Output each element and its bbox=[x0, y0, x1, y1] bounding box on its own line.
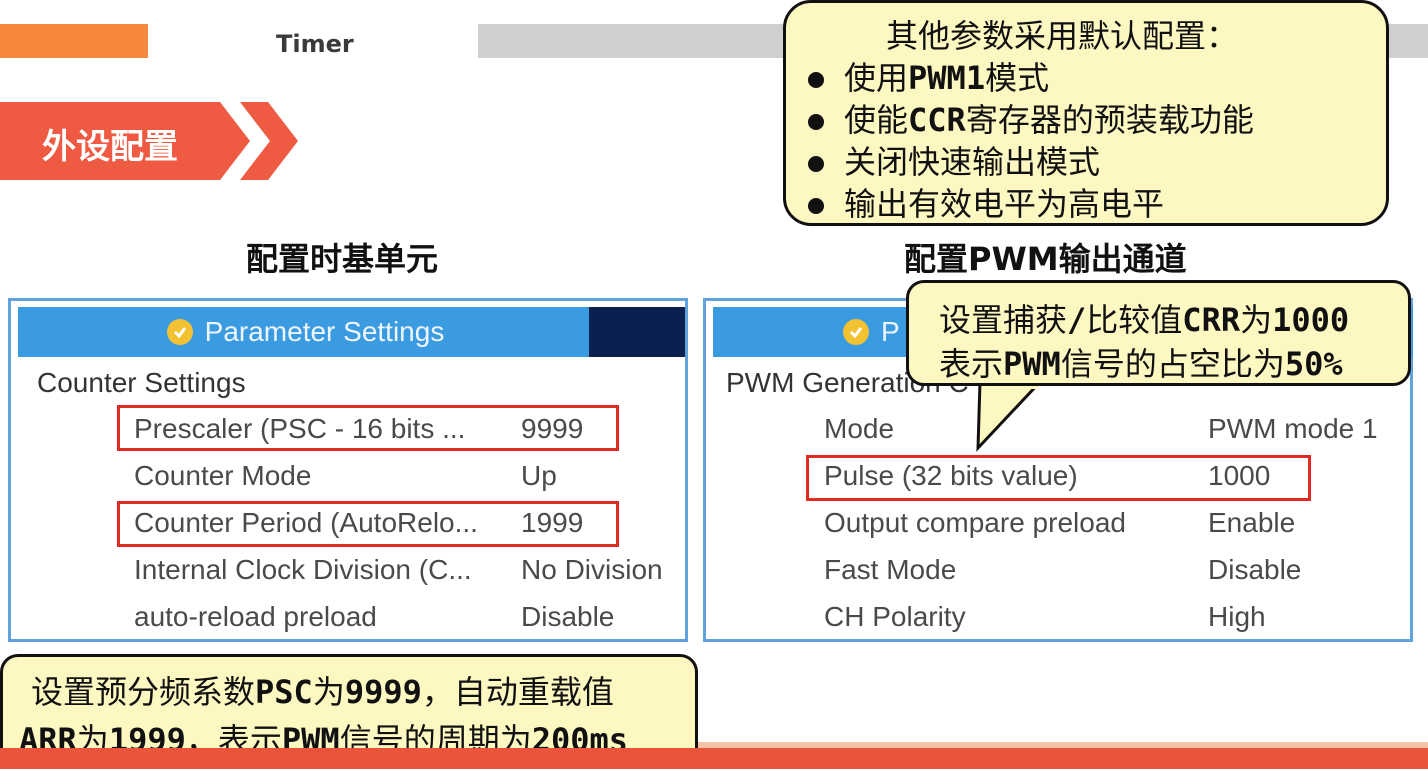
pulse-highlight bbox=[806, 455, 1311, 501]
callout-compare-value: 设置捕获/比较值CRR为1000 表示PWM信号的占空比为50% bbox=[906, 280, 1411, 386]
bullet-icon bbox=[808, 72, 824, 88]
callout-pointer bbox=[976, 380, 1044, 452]
parameter-settings-tab[interactable]: Parameter Settings bbox=[18, 307, 593, 357]
oc-preload-value[interactable]: Enable bbox=[1208, 507, 1295, 539]
callout-compare-line2: 表示PWM信号的占空比为50% bbox=[939, 345, 1343, 383]
section-label: 外设配置 bbox=[42, 127, 178, 167]
counter-period-highlight bbox=[117, 501, 619, 547]
heading-timebase: 配置时基单元 bbox=[246, 240, 439, 278]
parameter-settings-label-right: P bbox=[881, 316, 900, 347]
mode-label: Mode bbox=[824, 413, 895, 444]
counter-mode-value[interactable]: Up bbox=[521, 460, 557, 492]
oc-preload-label: Output compare preload bbox=[824, 507, 1126, 538]
callout-item-1: 使用PWM1模式 bbox=[808, 53, 1049, 99]
header-accent-bar bbox=[0, 24, 148, 58]
counter-mode-label: Counter Mode bbox=[134, 460, 312, 491]
auto-reload-value[interactable]: Disable bbox=[521, 601, 614, 633]
parameter-settings-label: Parameter Settings bbox=[204, 316, 445, 347]
callout-item-3: 关闭快速输出模式 bbox=[808, 137, 1100, 183]
fast-mode-label: Fast Mode bbox=[824, 554, 957, 585]
callout-prescaler-line1: 设置预分频系数PSC为9999，自动重载值 bbox=[31, 673, 614, 711]
parameter-settings-panel-left: Parameter Settings Counter Settings Pres… bbox=[8, 298, 688, 642]
heading-pwm-channel: 配置PWM输出通道 bbox=[904, 240, 1187, 278]
callout-default-config: 其他参数采用默认配置： 使用PWM1模式 使能CCR寄存器的预装载功能 关闭快速… bbox=[783, 0, 1389, 226]
fast-mode-value[interactable]: Disable bbox=[1208, 554, 1301, 586]
clock-division-value[interactable]: No Division bbox=[521, 554, 663, 586]
callout-item-4: 输出有效电平为高电平 bbox=[808, 179, 1164, 225]
ch-polarity-label: CH Polarity bbox=[824, 601, 966, 632]
mode-value[interactable]: PWM mode 1 bbox=[1208, 413, 1378, 445]
check-circle-icon bbox=[843, 319, 869, 345]
check-circle-icon bbox=[166, 319, 193, 345]
callout-item-2: 使能CCR寄存器的预装载功能 bbox=[808, 95, 1254, 141]
bottom-bar bbox=[0, 748, 1428, 769]
counter-settings-group: Counter Settings bbox=[37, 367, 246, 398]
header-title: Timer bbox=[276, 30, 354, 58]
auto-reload-label: auto-reload preload bbox=[134, 601, 377, 632]
prescaler-highlight bbox=[117, 405, 619, 451]
clock-division-label: Internal Clock Division (C... bbox=[134, 554, 472, 585]
callout-compare-line1: 设置捕获/比较值CRR为1000 bbox=[939, 301, 1350, 339]
callout-default-title: 其他参数采用默认配置： bbox=[886, 17, 1239, 55]
panel-dark-tab[interactable] bbox=[589, 307, 685, 357]
ch-polarity-value[interactable]: High bbox=[1208, 601, 1266, 633]
bullet-icon bbox=[808, 156, 824, 172]
bullet-icon bbox=[808, 198, 824, 214]
bullet-icon bbox=[808, 114, 824, 130]
